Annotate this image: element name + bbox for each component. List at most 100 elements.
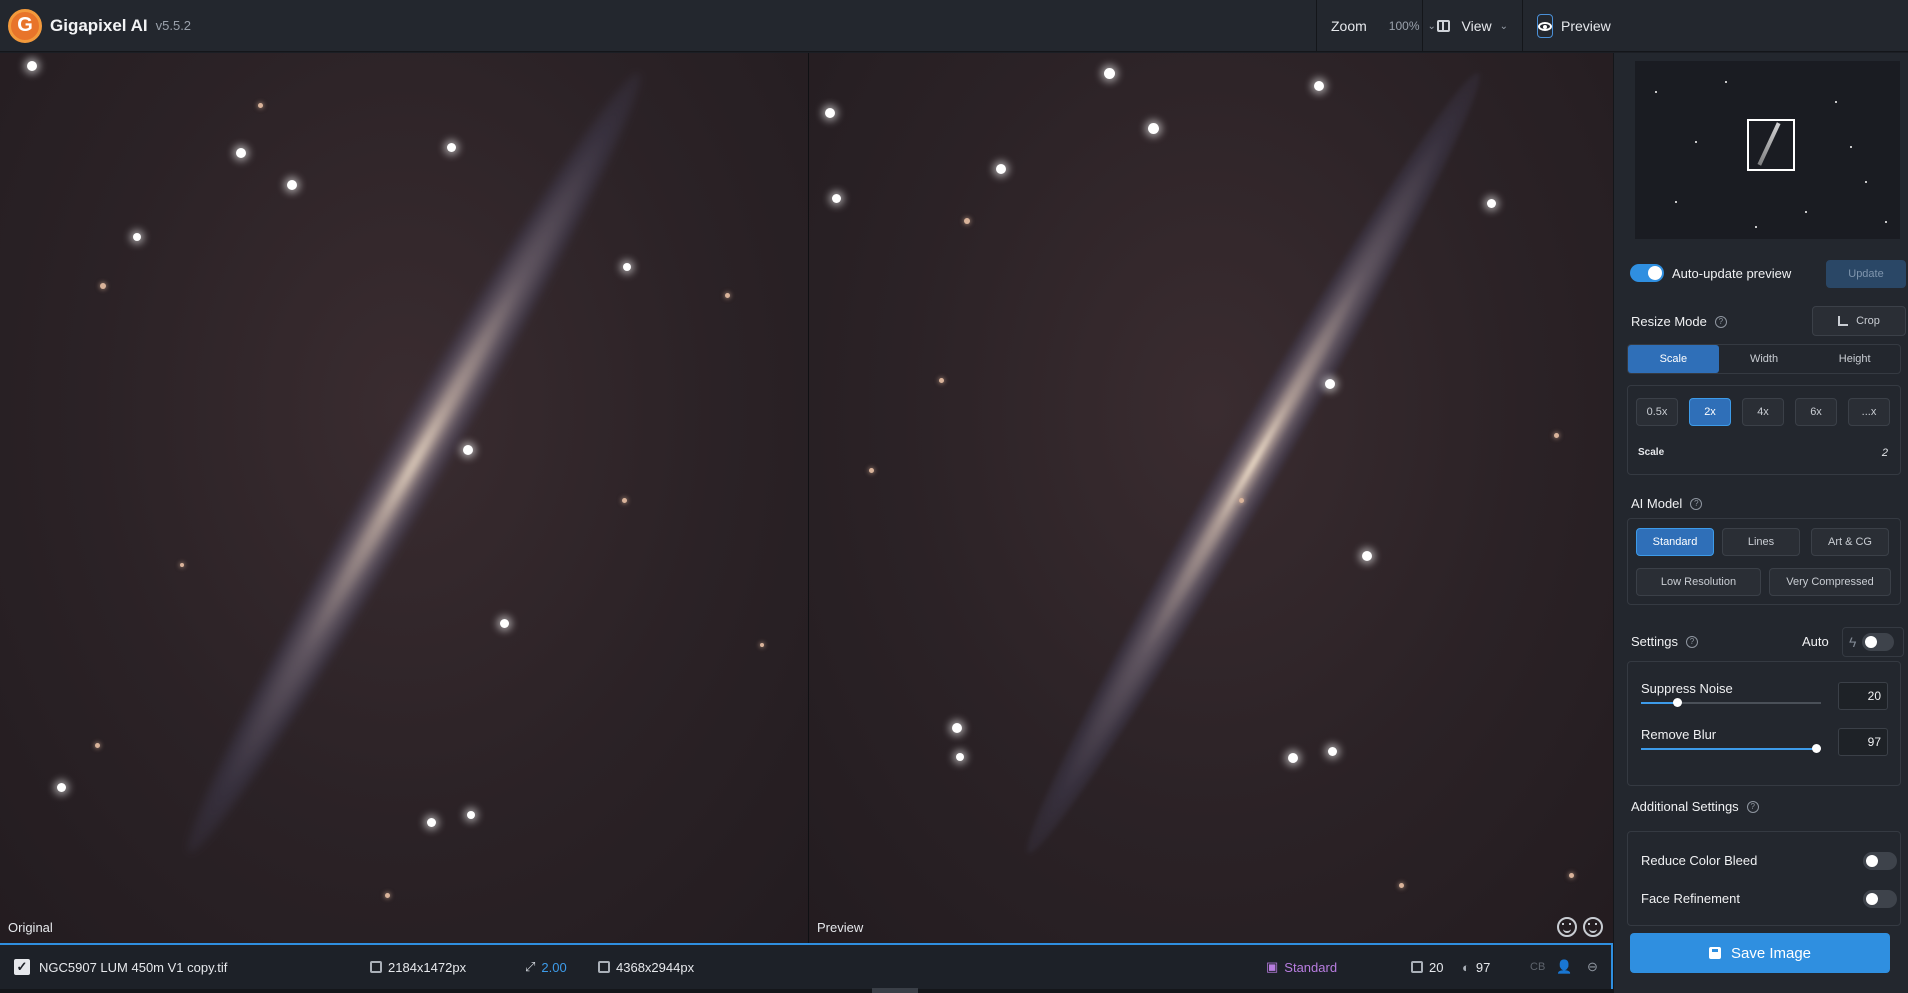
remove-blur-slider-knob[interactable] [1812, 744, 1821, 753]
help-icon[interactable]: ? [1685, 635, 1698, 648]
reduce-color-bleed-toggle[interactable] [1863, 852, 1897, 870]
title-bar: G Gigapixel AI v5.5.2 Zoom 100% ⌄ View ⌄… [0, 0, 1908, 52]
scale-option-2x[interactable]: 2x [1689, 398, 1731, 426]
additional-settings-title: Additional Settings [1631, 799, 1739, 814]
scale-option-custom[interactable]: ...x [1848, 398, 1890, 426]
eye-icon [1537, 14, 1553, 38]
suppress-noise-label: Suppress Noise [1641, 681, 1733, 696]
output-size: 4368x2944px [598, 960, 694, 975]
view-layout-icon [1437, 20, 1450, 32]
scale-option-0-5x[interactable]: 0.5x [1636, 398, 1678, 426]
auto-update-label: Auto-update preview [1672, 265, 1792, 281]
face-indicator-icon: 👤 [1556, 959, 1573, 974]
navigator-thumbnail[interactable] [1635, 61, 1900, 239]
auto-settings-toggle-group: ϟ [1842, 627, 1904, 657]
app-version: v5.5.2 [155, 18, 192, 33]
zoom-value: 100% [1388, 19, 1420, 33]
zoom-dropdown[interactable]: Zoom 100% ⌄ [1316, 0, 1436, 52]
suppress-noise-input[interactable]: 20 [1838, 682, 1888, 710]
file-row[interactable]: ✓ NGC5907 LUM 450m V1 copy.tif 2184x1472… [0, 943, 1613, 989]
auto-label: Auto [1802, 634, 1829, 649]
help-icon[interactable]: ? [1690, 497, 1703, 510]
model-badge: ▣ Standard [1266, 959, 1338, 975]
face-tools [1557, 917, 1603, 937]
model-standard-button[interactable]: Standard [1636, 528, 1714, 556]
view-dropdown[interactable]: View ⌄ [1422, 0, 1522, 52]
remove-blur-slider-fill [1641, 748, 1816, 750]
horizontal-scrollbar[interactable] [872, 988, 918, 993]
remove-file-icon[interactable]: ⊖ [1587, 959, 1598, 975]
ai-model-title: AI Model [1631, 496, 1683, 511]
scale-label: Scale [1638, 447, 1665, 458]
crop-button[interactable]: Crop [1812, 306, 1906, 336]
resize-mode-tabs: Scale Width Height [1627, 344, 1901, 374]
gigapixel-window: G Gigapixel AI v5.5.2 Zoom 100% ⌄ View ⌄… [0, 0, 1908, 993]
viewport-indicator[interactable] [1747, 119, 1795, 171]
file-name: NGC5907 LUM 450m V1 copy.tif [39, 959, 228, 975]
preview-image-pane[interactable]: Preview [809, 53, 1613, 943]
model-low-resolution-button[interactable]: Low Resolution [1636, 568, 1761, 596]
input-size: 2184x1472px [370, 960, 466, 975]
save-image-button[interactable]: Save Image [1630, 933, 1890, 973]
noise-icon [1411, 961, 1423, 973]
view-label: View [1461, 18, 1492, 34]
preview-label: Preview [817, 920, 864, 935]
blur-icon: ◐ [1462, 959, 1470, 975]
input-size-icon [370, 961, 382, 973]
scale-readout: ⤢ 2.00 [525, 959, 567, 975]
save-icon [1708, 947, 1721, 959]
file-checkbox[interactable]: ✓ [14, 959, 30, 975]
ai-model-group: Standard Lines Art & CG Low Resolution V… [1627, 518, 1901, 605]
original-image-pane[interactable]: Original [0, 53, 808, 943]
preview-label: Preview [1561, 18, 1611, 34]
scale-value: 2 [1881, 447, 1888, 459]
settings-title: Settings [1631, 634, 1678, 649]
settings-sidebar: Auto-update preview Update Resize Mode ?… [1613, 53, 1908, 993]
face-icon[interactable] [1583, 917, 1603, 937]
face-refinement-toggle[interactable] [1863, 890, 1897, 908]
face-icon[interactable] [1557, 917, 1577, 937]
help-icon[interactable]: ? [1714, 315, 1727, 328]
update-button[interactable]: Update [1826, 260, 1906, 288]
gigapixel-logo: G [8, 8, 42, 43]
settings-group: Suppress Noise 20 Remove Blur 97 [1627, 661, 1901, 786]
scale-group: 0.5x 2x 4x 6x ...x Scale 2 [1627, 385, 1901, 475]
suppress-noise-slider-knob[interactable] [1673, 698, 1682, 707]
model-art-cg-button[interactable]: Art & CG [1811, 528, 1889, 556]
reduce-color-bleed-label: Reduce Color Bleed [1641, 853, 1758, 868]
color-bleed-indicator: CB [1530, 961, 1546, 973]
crop-icon [1838, 316, 1849, 326]
chevron-down-icon: ⌄ [1499, 20, 1508, 32]
app-name: Gigapixel AI [50, 15, 148, 35]
bolt-icon: ϟ [1849, 634, 1857, 650]
additional-settings-header: Additional Settings ? [1631, 799, 1759, 814]
model-very-compressed-button[interactable]: Very Compressed [1769, 568, 1891, 596]
face-refinement-label: Face Refinement [1641, 891, 1740, 906]
noise-readout: 20 [1411, 960, 1443, 975]
original-label: Original [8, 920, 53, 935]
model-lines-button[interactable]: Lines [1722, 528, 1800, 556]
remove-blur-label: Remove Blur [1641, 727, 1717, 742]
blur-readout: ◐ 97 [1462, 959, 1491, 975]
zoom-label: Zoom [1331, 18, 1367, 34]
scale-option-6x[interactable]: 6x [1795, 398, 1837, 426]
scale-option-4x[interactable]: 4x [1742, 398, 1784, 426]
model-icon: ▣ [1266, 959, 1279, 974]
help-icon[interactable]: ? [1746, 800, 1759, 813]
output-size-icon [598, 961, 610, 973]
remove-blur-input[interactable]: 97 [1838, 728, 1888, 756]
tab-width[interactable]: Width [1719, 345, 1810, 373]
resize-mode-header: Resize Mode ? [1631, 314, 1727, 329]
settings-header: Settings ? [1631, 634, 1698, 649]
ai-model-header: AI Model ? [1631, 496, 1703, 511]
top-toolbar: Zoom 100% ⌄ View ⌄ Preview [1316, 0, 1618, 52]
auto-update-toggle[interactable] [1630, 264, 1664, 282]
tab-height[interactable]: Height [1809, 345, 1900, 373]
auto-settings-toggle[interactable] [1862, 633, 1895, 651]
preview-toggle-button[interactable]: Preview [1522, 0, 1618, 52]
suppress-noise-slider-fill [1641, 702, 1677, 704]
auto-update-row: Auto-update preview [1630, 264, 1791, 282]
tab-scale[interactable]: Scale [1628, 345, 1719, 373]
scale-icon: ⤢ [525, 959, 536, 974]
additional-settings-group: Reduce Color Bleed Face Refinement [1627, 831, 1901, 926]
